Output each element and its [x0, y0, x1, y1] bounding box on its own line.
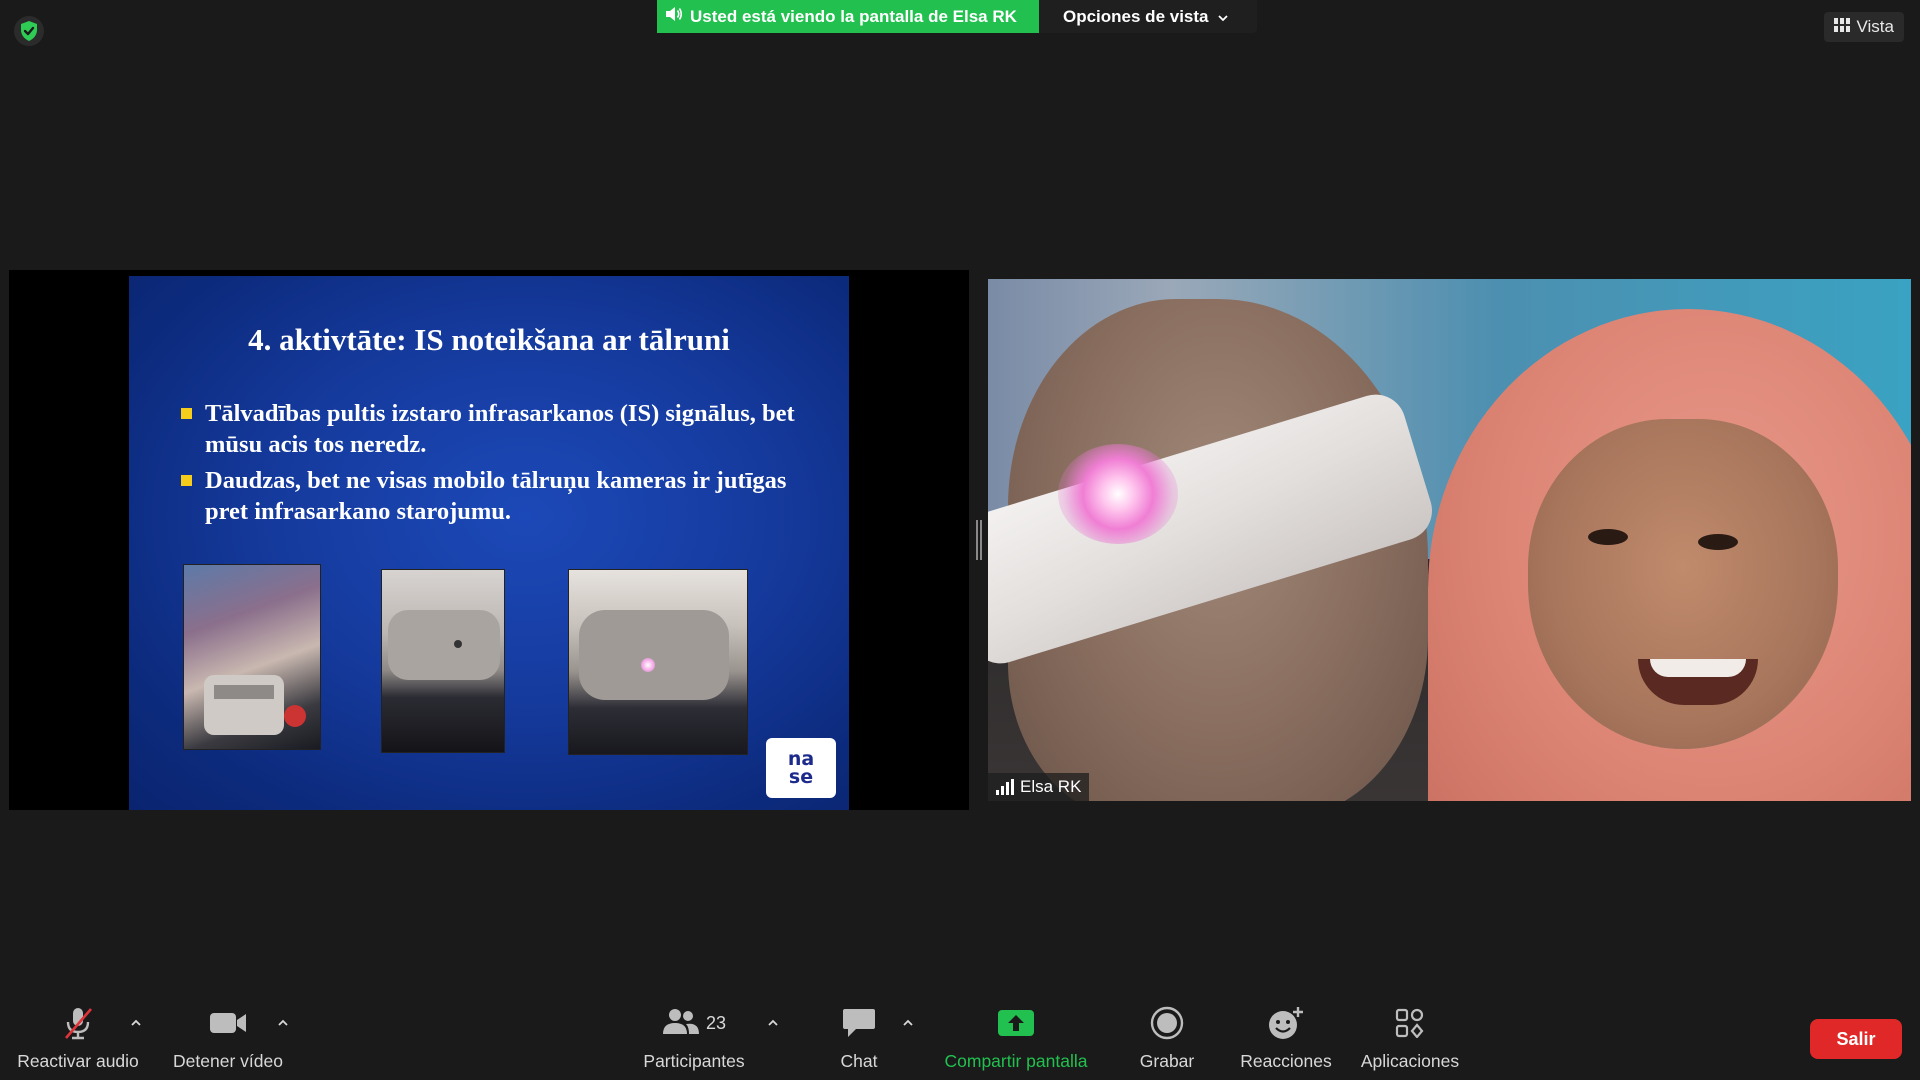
participant-name: Elsa RK — [1020, 777, 1082, 796]
participants-count: 23 — [705, 1012, 727, 1033]
slide-photo-remote-off — [381, 569, 505, 753]
participant-name-tag: Elsa RK — [988, 773, 1090, 801]
chat-bubble-icon — [842, 995, 876, 1051]
unmute-button[interactable]: Reactivar audio — [14, 995, 142, 1072]
split-resize-handle[interactable] — [976, 520, 982, 560]
chat-button[interactable]: Chat — [818, 995, 900, 1072]
unmute-label: Reactivar audio — [17, 1051, 139, 1071]
nase-logo: na se — [766, 738, 836, 798]
meeting-toolbar: Reactivar audio Detener vídeo 23 Partici… — [0, 995, 1920, 1080]
smiley-plus-icon — [1267, 995, 1305, 1051]
share-screen-button[interactable]: Compartir pantalla — [934, 995, 1098, 1072]
apps-icon — [1395, 995, 1425, 1051]
slide-title: 4. aktivtāte: IS noteikšana ar tālruni — [248, 322, 730, 357]
record-button[interactable]: Grabar — [1128, 995, 1206, 1072]
microphone-muted-icon — [61, 995, 95, 1051]
stop-video-button[interactable]: Detener vídeo — [166, 995, 290, 1072]
view-options-dropdown[interactable]: Opciones de vista — [1039, 0, 1257, 33]
apps-button[interactable]: Aplicaciones — [1356, 995, 1464, 1072]
encryption-shield-icon[interactable] — [14, 16, 44, 46]
slide-photo-remote-in-hands — [183, 564, 321, 750]
view-options-label: Opciones de vista — [1063, 6, 1209, 26]
reactions-button[interactable]: Reacciones — [1236, 995, 1336, 1072]
apps-label: Aplicaciones — [1360, 1051, 1460, 1071]
bullet-text: Tālvadības pultis izstaro infrasarkanos … — [205, 400, 795, 458]
viewing-share-indicator: Usted está viendo la pantalla de Elsa RK — [657, 0, 1039, 33]
view-layout-button[interactable]: Vista — [1823, 12, 1904, 42]
participants-icon-group: 23 — [662, 995, 726, 1051]
stop-video-label: Detener vídeo — [173, 1051, 283, 1071]
leave-meeting-button[interactable]: Salir — [1810, 1019, 1902, 1059]
reactions-label: Reacciones — [1240, 1051, 1332, 1071]
participants-icon — [662, 1007, 700, 1040]
speaker-icon — [665, 6, 683, 27]
shared-screen[interactable]: 4. aktivtāte: IS noteikšana ar tālruni T… — [9, 270, 969, 810]
slide-bullet: Daudzas, bet ne visas mobilo tālruņu kam… — [181, 465, 821, 527]
participant-video-tile[interactable]: Elsa RK — [988, 279, 1911, 801]
bullet-square-icon — [181, 408, 192, 419]
video-options-caret-icon[interactable] — [273, 1013, 293, 1033]
infrared-light — [1058, 444, 1178, 544]
grid-icon — [1833, 17, 1850, 37]
participants-options-caret-icon[interactable] — [763, 1013, 783, 1033]
participant-eye — [1588, 529, 1628, 545]
bullet-text: Daudzas, bet ne visas mobilo tālruņu kam… — [205, 467, 787, 525]
chat-label: Chat — [840, 1051, 878, 1071]
slide-bullet: Tālvadības pultis izstaro infrasarkanos … — [181, 398, 821, 460]
record-label: Grabar — [1139, 1051, 1195, 1071]
participants-label: Participantes — [643, 1051, 745, 1071]
share-screen-label: Compartir pantalla — [944, 1051, 1088, 1071]
video-camera-icon — [209, 995, 247, 1051]
presentation-slide: 4. aktivtāte: IS noteikšana ar tālruni T… — [129, 276, 849, 810]
record-icon — [1150, 995, 1184, 1051]
participants-button[interactable]: 23 Participantes — [638, 995, 750, 1072]
signal-strength-icon — [996, 779, 1014, 795]
view-label: Vista — [1856, 17, 1895, 36]
chevron-down-icon — [1217, 7, 1229, 27]
participant-eye — [1698, 534, 1738, 550]
slide-photo-remote-ir-visible — [568, 569, 748, 755]
share-screen-icon — [997, 995, 1035, 1051]
screen-share-banner: Usted está viendo la pantalla de Elsa RK… — [657, 0, 1257, 33]
sharing-text: Usted está viendo la pantalla de Elsa RK — [690, 6, 1017, 26]
audio-options-caret-icon[interactable] — [126, 1013, 146, 1033]
chat-options-caret-icon[interactable] — [898, 1013, 918, 1033]
bullet-square-icon — [181, 475, 192, 486]
